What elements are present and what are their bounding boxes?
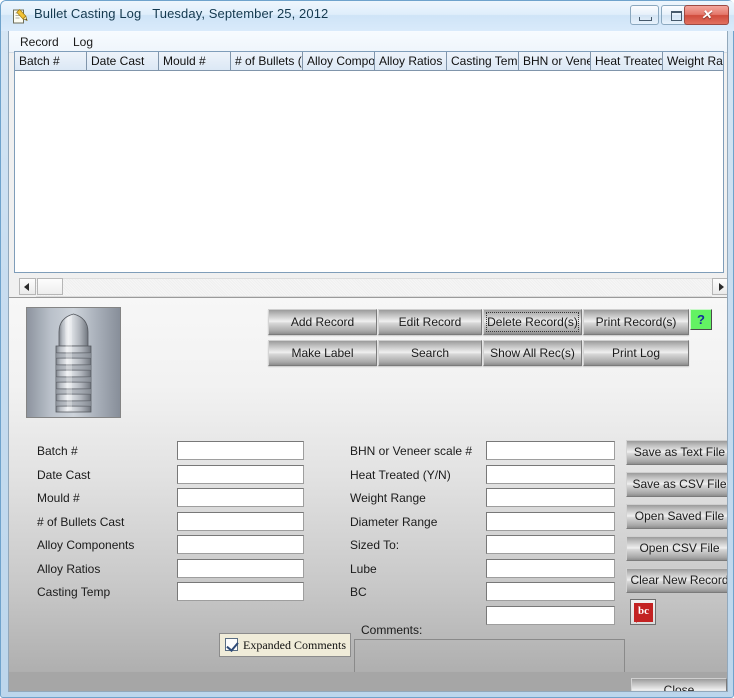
bc-shortcut-button[interactable]: bc [630,599,656,625]
left-field-input-2[interactable] [177,488,304,507]
notepad-pencil-icon [12,8,29,25]
left-field-input-5[interactable] [177,559,304,578]
grid-column-header[interactable]: Weight Ran [663,52,724,71]
grid-column-header[interactable]: Mould # [159,52,231,71]
client-area: Record Log Batch #Date CastMould ## of B… [8,31,728,692]
right-field-label-0: BHN or Veneer scale # [350,444,485,458]
scrollbar-track[interactable] [36,278,712,297]
left-field-label-5: Alloy Ratios [37,562,177,576]
maximize-icon [671,11,682,21]
right-field-input-0[interactable] [486,441,615,460]
menu-item-record[interactable]: Record [16,34,63,50]
title-bar[interactable]: Bullet Casting Log Tuesday, September 25… [1,1,734,31]
left-field-input-4[interactable] [177,535,304,554]
grid-body[interactable] [15,71,724,272]
grid-column-header[interactable]: Casting Temp [447,52,519,71]
checkbox-box[interactable] [225,638,238,651]
grid-column-header[interactable]: Alloy Compo [303,52,375,71]
right-field-input-4[interactable] [486,535,615,554]
help-button[interactable]: ? [690,309,712,330]
checkmark-icon [226,639,238,652]
delete-records-button[interactable]: Delete Record(s) [483,309,582,335]
scrollbar-thumb[interactable] [37,278,63,295]
left-field-label-1: Date Cast [37,468,177,482]
grid-horizontal-scrollbar[interactable] [19,278,728,295]
right-field-input-2[interactable] [486,488,615,507]
right-field-label-3: Diameter Range [350,515,485,529]
triangle-right-icon [719,283,724,291]
left-field-input-0[interactable] [177,441,304,460]
close-window-button[interactable]: ✕ [684,5,729,25]
minimize-icon [639,17,652,21]
triangle-left-icon [24,283,29,291]
right-field-label-2: Weight Range [350,491,485,505]
expanded-comments-label: Expanded Comments [243,638,346,653]
scroll-left-button[interactable] [19,278,36,295]
print-records-button[interactable]: Print Record(s) [583,309,689,335]
menu-item-log[interactable]: Log [69,34,97,50]
close-icon: ✕ [685,6,728,24]
grid-column-header[interactable]: BHN or Vene [519,52,591,71]
search-button[interactable]: Search [378,340,482,366]
form-panel: Add Record Edit Record Delete Record(s) … [9,297,728,692]
left-field-input-6[interactable] [177,582,304,601]
right-field-input-6[interactable] [486,582,615,601]
left-field-label-6: Casting Temp [37,585,177,599]
speech-bubble-tail-icon [636,619,640,623]
right-field-label-1: Heat Treated (Y/N) [350,468,485,482]
open-csv-file-button[interactable]: Open CSV File [626,536,728,561]
minimize-button[interactable] [630,5,659,25]
footer-bar [9,672,728,692]
make-label-button[interactable]: Make Label [268,340,377,366]
grid-column-header[interactable]: Batch # [15,52,87,71]
comments-label: Comments: [361,623,422,637]
right-field-label-6: BC [350,585,485,599]
records-grid[interactable]: Batch #Date CastMould ## of Bullets (All… [14,51,724,273]
clear-new-record-button[interactable]: Clear New Record [626,568,728,593]
left-field-input-3[interactable] [177,512,304,531]
add-record-button[interactable]: Add Record [268,309,377,335]
grid-column-header[interactable]: Heat Treated [591,52,663,71]
left-field-input-1[interactable] [177,465,304,484]
grid-header-row: Batch #Date CastMould ## of Bullets (All… [15,52,724,71]
left-field-label-0: Batch # [37,444,177,458]
right-field-input-5[interactable] [486,559,615,578]
window-title: Bullet Casting Log Tuesday, September 25… [34,6,328,21]
delete-records-label: Delete Record(s) [487,315,578,329]
menu-bar: Record Log [9,31,728,53]
left-field-label-4: Alloy Components [37,538,177,552]
right-field-input-1[interactable] [486,465,615,484]
save-as-text-file-button[interactable]: Save as Text File [626,440,728,465]
right-field-input-3[interactable] [486,512,615,531]
save-as-csv-file-button[interactable]: Save as CSV File [626,472,728,497]
edit-record-button[interactable]: Edit Record [378,309,482,335]
close-button[interactable]: Close [631,678,727,692]
right-field-label-5: Lube [350,562,485,576]
grid-column-header[interactable]: # of Bullets ( [231,52,303,71]
bullet-illustration [26,307,121,418]
left-field-label-3: # of Bullets Cast [37,515,177,529]
comments-input[interactable] [486,606,615,625]
scroll-right-button[interactable] [712,278,728,295]
grid-column-header[interactable]: Date Cast [87,52,159,71]
application-window: Bullet Casting Log Tuesday, September 25… [0,0,734,698]
print-log-button[interactable]: Print Log [583,340,689,366]
left-field-label-2: Mould # [37,491,177,505]
open-saved-file-button[interactable]: Open Saved File [626,504,728,529]
grid-column-header[interactable]: Alloy Ratios [375,52,447,71]
expanded-comments-checkbox[interactable]: Expanded Comments [219,633,351,657]
right-field-label-4: Sized To: [350,538,485,552]
show-all-records-button[interactable]: Show All Rec(s) [483,340,582,366]
